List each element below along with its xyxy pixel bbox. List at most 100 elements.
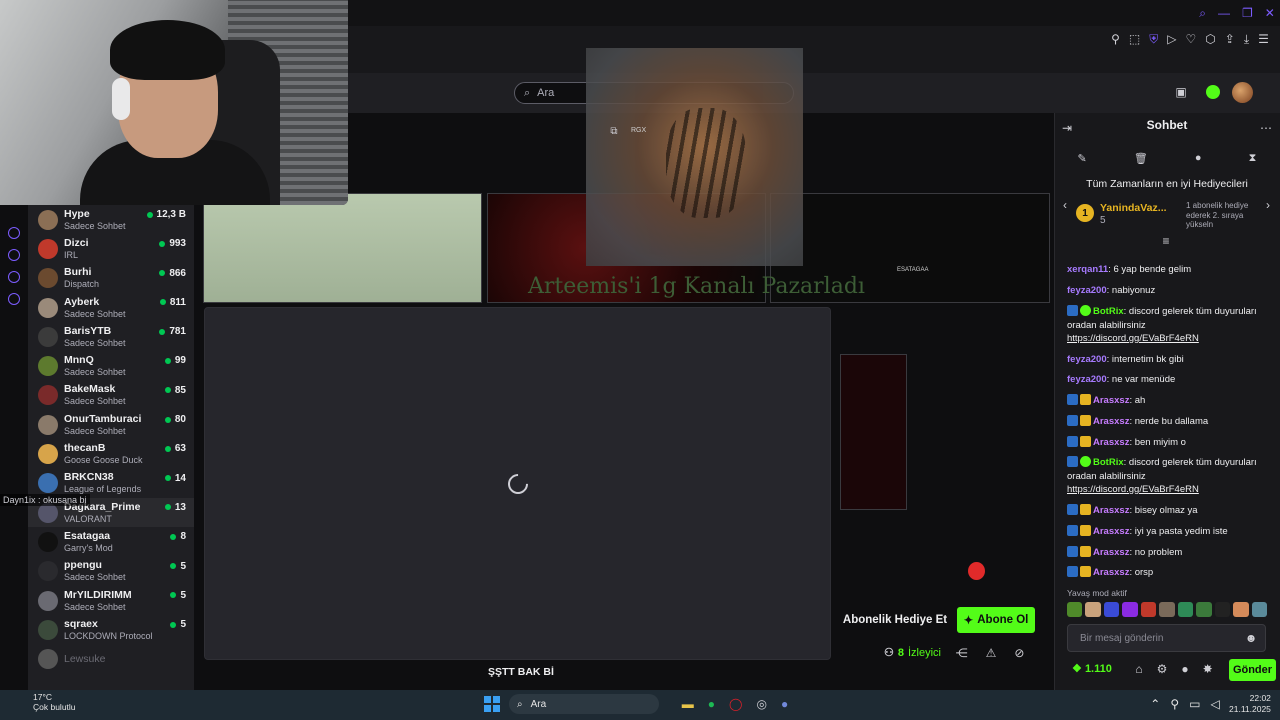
sidebar-channel-row[interactable]: Esatagaa Garry's Mod 8 (28, 527, 194, 556)
sidebar-channel-row[interactable]: Hype Sadece Sohbet 12,3 B (28, 205, 194, 234)
more-options-icon[interactable]: ⋯ (1260, 121, 1272, 135)
crop-icon[interactable]: ⬚ (1129, 32, 1140, 46)
trash-icon[interactable]: 🗑 (1134, 152, 1148, 165)
download-icon[interactable]: ⤓ (1244, 32, 1249, 47)
store-icon[interactable]: ⌂ (1135, 662, 1142, 676)
menu-icon[interactable]: ☰ (1258, 32, 1269, 46)
emote-icon[interactable] (1251, 602, 1267, 617)
sidebar-channel-row[interactable]: Ayberk Sadece Sohbet 811 (28, 293, 194, 322)
gift-icon[interactable]: ▣ (1174, 85, 1188, 99)
chat-username[interactable]: Arasxsz (1093, 547, 1129, 558)
emote-icon[interactable] (1214, 602, 1231, 617)
steam-icon[interactable]: ◎ (756, 697, 766, 711)
video-thumbnail[interactable] (203, 193, 482, 303)
chat-link[interactable]: https://discord.gg/EVaBrF4eRN (1067, 484, 1199, 495)
report-icon[interactable]: ⚠ (986, 646, 997, 660)
emote-icon[interactable] (1196, 602, 1212, 617)
hourglass-icon[interactable]: ⧗ (1249, 152, 1257, 165)
send-button[interactable]: Gönder (1229, 659, 1276, 681)
subscribe-button[interactable]: ✦ Abone Ol (957, 607, 1035, 633)
weather-widget[interactable]: 17°C Çok bulutlu (13, 692, 76, 712)
shield-icon[interactable]: ⛨ (1149, 32, 1158, 47)
pin-icon[interactable]: ✎ (1078, 152, 1087, 165)
network-icon[interactable]: ▭ (1189, 697, 1200, 711)
emote-icon[interactable] (1067, 602, 1083, 617)
chat-username[interactable]: Arasxsz (1093, 416, 1129, 427)
emote-icon[interactable] (1122, 602, 1138, 617)
chat-username[interactable]: feyza200 (1067, 285, 1107, 296)
sidebar-channel-row[interactable]: ppengu Sadece Sohbet 5 (28, 557, 194, 586)
chat-input[interactable]: Bir mesaj gönderin (1067, 624, 1266, 652)
sidebar-channel-row[interactable]: BakeMask Sadece Sohbet 85 (28, 381, 194, 410)
opera-icon[interactable]: ◯ (729, 697, 742, 711)
emoji-icon[interactable]: ☻ (1245, 631, 1258, 645)
chat-username[interactable]: feyza200 (1067, 374, 1107, 385)
chat-username[interactable]: Arasxsz (1093, 526, 1129, 537)
live-indicator-icon (159, 240, 166, 247)
gift-subscription-button[interactable]: Abonelik Hediye Et (840, 607, 950, 633)
sidebar-channel-row[interactable]: MrYILDIRIMM Sadece Sohbet 5 (28, 586, 194, 615)
share-icon[interactable]: ⇪ (1225, 32, 1235, 46)
sidebar-channel-row[interactable]: Burhi Dispatch 866 (28, 264, 194, 293)
chat-bubble-icon[interactable]: ● (1181, 662, 1188, 676)
chat-username[interactable]: Arasxsz (1093, 395, 1129, 406)
kick-icon[interactable]: ✸ (1203, 662, 1213, 676)
sidebar-channel-row[interactable]: BarisYTB Sadece Sohbet 781 (28, 322, 194, 351)
chat-username[interactable]: Arasxsz (1093, 505, 1129, 516)
taskbar-search[interactable]: ⌕ Ara (509, 694, 659, 714)
chat-username[interactable]: xerqan11 (1067, 264, 1108, 275)
rail-dot-icon[interactable] (8, 249, 20, 261)
heart-icon[interactable]: ♡ (1186, 32, 1197, 46)
channel-list: Hype Sadece Sohbet 12,3 B Dizci IRL 993 Burhi D… (28, 205, 194, 674)
chat-username[interactable]: BotRix (1093, 457, 1124, 468)
chat-link[interactable]: https://discord.gg/EVaBrF4eRN (1067, 333, 1199, 344)
puzzle-icon[interactable]: ⬡ (1205, 32, 1215, 46)
file-explorer-icon[interactable]: ▬ (682, 697, 694, 711)
volume-icon[interactable]: ◁ (1210, 697, 1219, 711)
discord-icon[interactable]: ● (781, 697, 788, 711)
sidebar-channel-row[interactable]: sqraex LOCKDOWN Protocol 5 (28, 615, 194, 644)
sidebar-channel-row[interactable]: OnurTamburaci Sadece Sohbet 80 (28, 410, 194, 439)
chat-username[interactable]: BotRix (1093, 306, 1124, 317)
chat-username[interactable]: Arasxsz (1093, 437, 1129, 448)
spotify-icon[interactable]: ● (708, 697, 715, 711)
channel-points[interactable]: ❖ 1.110 (1072, 662, 1112, 675)
rail-dot-icon[interactable] (8, 271, 20, 283)
filter-icon[interactable]: ≡ (1160, 234, 1172, 248)
close-icon[interactable]: ✕ (1265, 6, 1275, 20)
popout-icon[interactable]: ⧉ (608, 125, 620, 137)
search-icon[interactable]: ⌕ (1199, 6, 1206, 21)
emote-icon[interactable] (1159, 602, 1175, 617)
minimize-icon[interactable]: — (1218, 6, 1230, 20)
mute-icon[interactable]: ⊘ (1014, 646, 1024, 660)
emote-icon[interactable] (1085, 602, 1101, 617)
emote-icon[interactable] (1103, 602, 1120, 617)
chevron-left-icon[interactable]: ‹ (1060, 198, 1070, 212)
sidebar-channel-row[interactable]: Lewsuke (28, 644, 194, 673)
message-icon[interactable]: ● (1195, 152, 1202, 164)
rail-dot-icon[interactable] (8, 227, 20, 239)
gear-icon[interactable]: ⚙ (1157, 662, 1168, 676)
share-icon[interactable]: ⋲ (956, 646, 968, 660)
top-gifter-name[interactable]: YanindaVaz... (1100, 202, 1167, 214)
chat-username[interactable]: feyza200 (1067, 354, 1107, 365)
kick-logo-icon[interactable] (1206, 85, 1220, 99)
sidebar-channel-row[interactable]: thecanB Goose Goose Duck 63 (28, 439, 194, 468)
emote-icon[interactable] (1140, 602, 1157, 617)
emote-icon[interactable] (1233, 602, 1249, 617)
taskbar-clock[interactable]: 22:02 21.11.2025 (1229, 693, 1271, 715)
pin-icon[interactable]: ⚲ (1111, 32, 1120, 46)
video-thumbnail[interactable] (840, 354, 907, 510)
settings-icon[interactable] (8, 293, 20, 305)
windows-start-icon[interactable] (484, 696, 500, 712)
microphone-icon[interactable]: ⚲ (1170, 697, 1179, 711)
chat-username[interactable]: Arasxsz (1093, 567, 1129, 578)
emote-icon[interactable] (1177, 602, 1194, 617)
sidebar-channel-row[interactable]: MnnQ Sadece Sohbet 99 (28, 351, 194, 380)
maximize-icon[interactable]: ❐ (1242, 6, 1253, 20)
user-avatar[interactable] (1232, 82, 1253, 103)
chevron-up-icon[interactable]: ⌃ (1150, 697, 1160, 711)
window-controls[interactable]: ⌕ — ❐ ✕ (1199, 6, 1275, 21)
play-icon[interactable]: ▷ (1167, 32, 1176, 46)
sidebar-channel-row[interactable]: Dizci IRL 993 (28, 234, 194, 263)
